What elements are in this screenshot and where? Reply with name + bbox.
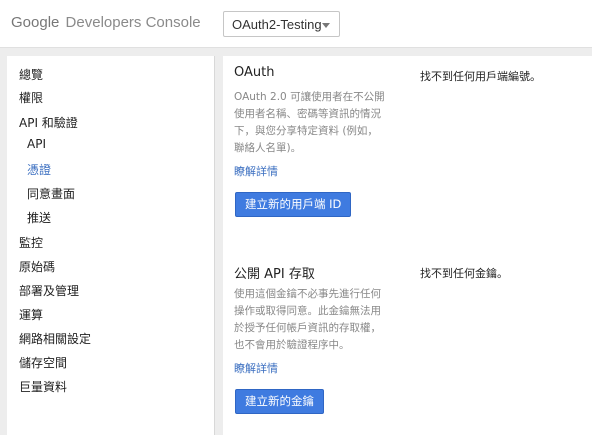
project-selector[interactable]: OAuth2-Testing xyxy=(223,11,340,37)
create-new-key-button[interactable]: 建立新的金鑰 xyxy=(235,389,324,414)
oauth-status: 找不到任何用戶端編號。 xyxy=(420,70,541,83)
project-name: OAuth2-Testing xyxy=(232,17,322,32)
developers-console-logo[interactable]: Google Developers Console xyxy=(11,14,201,31)
public-api-title: 公開 API 存取 xyxy=(234,267,315,282)
sidebar-item-overview[interactable]: 總覽 xyxy=(19,66,43,83)
sidebar-item-credentials[interactable]: 憑證 xyxy=(27,161,51,178)
oauth-title: OAuth xyxy=(234,65,275,80)
chevron-down-icon xyxy=(322,23,330,28)
sidebar-item-source-code[interactable]: 原始碼 xyxy=(19,258,55,275)
sidebar-item-permissions[interactable]: 權限 xyxy=(19,89,43,106)
oauth-description-line: OAuth 2.0 可讓使用者在不公開 xyxy=(234,91,385,103)
sidebar-item-networking[interactable]: 網路相關設定 xyxy=(19,330,91,347)
create-client-id-button[interactable]: 建立新的用戶端 ID xyxy=(235,192,352,217)
credentials-panel: OAuth OAuth 2.0 可讓使用者在不公開 使用者名稱、密碼等資訊的情況… xyxy=(223,56,592,435)
sidebar-item-storage[interactable]: 儲存空間 xyxy=(19,354,67,371)
public-api-status: 找不到任何金鑰。 xyxy=(420,267,508,280)
product-name: Developers Console xyxy=(65,14,201,31)
oauth-description-line: 下，與您分享特定資料 (例如， xyxy=(234,125,378,137)
sidebar-item-push[interactable]: 推送 xyxy=(27,209,51,226)
public-api-description-line: 也不會用於驗證程序中。 xyxy=(234,339,350,351)
sidebar-item-apis-auth[interactable]: API 和驗證 xyxy=(19,114,78,131)
sidebar: 總覽 權限 API 和驗證 API 憑證 同意畫面 推送 監控 原始碼 部署及管… xyxy=(7,56,215,435)
public-api-description: 使用這個金鑰不必事先進行任何 操作或取得同意。此金鑰無法用 於授予任何帳戶資訊的… xyxy=(234,286,412,354)
public-api-description-line: 於授予任何帳戶資訊的存取權， xyxy=(234,322,381,334)
public-api-learn-more-link[interactable]: 瞭解詳情 xyxy=(234,360,278,376)
sidebar-item-consent-screen[interactable]: 同意畫面 xyxy=(27,185,75,202)
sidebar-item-compute[interactable]: 運算 xyxy=(19,306,43,323)
google-brand: Google xyxy=(11,14,60,31)
oauth-description: OAuth 2.0 可讓使用者在不公開 使用者名稱、密碼等資訊的情況 下，與您分… xyxy=(234,89,412,157)
public-api-description-line: 使用這個金鑰不必事先進行任何 xyxy=(234,288,381,300)
oauth-description-line: 聯絡人名單)。 xyxy=(234,142,302,154)
sidebar-item-big-data[interactable]: 巨量資料 xyxy=(19,378,67,395)
top-bar: Google Developers Console OAuth2-Testing xyxy=(0,0,592,48)
public-api-description-line: 操作或取得同意。此金鑰無法用 xyxy=(234,305,381,317)
oauth-description-line: 使用者名稱、密碼等資訊的情況 xyxy=(234,108,381,120)
oauth-learn-more-link[interactable]: 瞭解詳情 xyxy=(234,163,278,179)
sidebar-item-apis[interactable]: API xyxy=(27,137,46,151)
sidebar-item-deploy-manage[interactable]: 部署及管理 xyxy=(19,282,79,299)
sidebar-item-monitoring[interactable]: 監控 xyxy=(19,234,43,251)
